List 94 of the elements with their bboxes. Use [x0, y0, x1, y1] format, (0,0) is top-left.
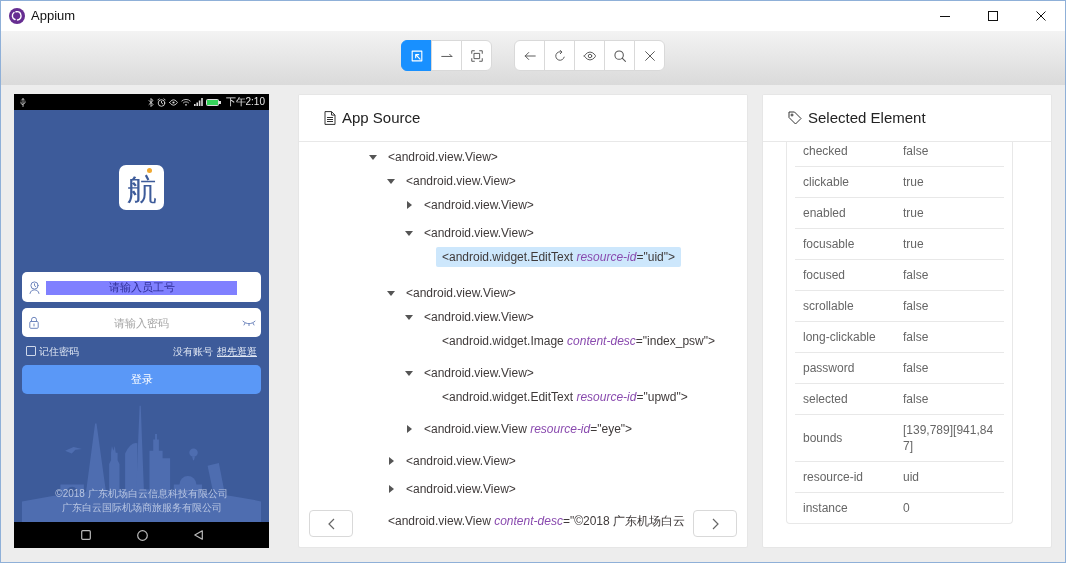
- attribute-value: 0: [895, 492, 1004, 523]
- tree-node[interactable]: <android.view.View>: [400, 479, 522, 499]
- tag-icon: [788, 111, 802, 125]
- eye-icon: [168, 98, 178, 106]
- caret-right-icon[interactable]: [388, 485, 394, 493]
- cursor-box-icon[interactable]: [409, 48, 424, 63]
- close-icon[interactable]: [1036, 11, 1046, 21]
- tree-node[interactable]: <android.view.View>: [382, 147, 504, 167]
- search-icon[interactable]: [612, 48, 627, 63]
- attribute-name: instance: [795, 492, 895, 523]
- signup-prompt: 没有账号: [173, 344, 213, 359]
- person-icon: [28, 280, 40, 294]
- attribute-name: focused: [795, 259, 895, 291]
- alarm-icon: [156, 97, 166, 107]
- window-title: Appium: [31, 7, 76, 26]
- attribute-value: true: [895, 166, 1004, 198]
- attribute-name: clickable: [795, 166, 895, 198]
- attribute-name: focusable: [795, 228, 895, 260]
- caret-down-icon[interactable]: [405, 370, 413, 376]
- caret-down-icon[interactable]: [405, 230, 413, 236]
- refresh-icon[interactable]: [552, 48, 567, 63]
- caret-down-icon[interactable]: [405, 314, 413, 320]
- checkbox-label: 记住密码: [39, 344, 79, 359]
- attribute-value: false: [895, 352, 1004, 384]
- bluetooth-icon: [147, 97, 154, 107]
- lock-icon: [29, 316, 39, 329]
- caret-down-icon[interactable]: [387, 178, 395, 184]
- tree-node[interactable]: <android.view.View>: [400, 451, 522, 471]
- footer-text: ©2018 广东机场白云信息科技有限公司: [55, 487, 228, 501]
- password-field[interactable]: 请输入密码: [22, 308, 261, 337]
- attribute-value: true: [895, 197, 1004, 229]
- username-field[interactable]: 请输入员工号: [22, 272, 261, 302]
- attribute-name: enabled: [795, 197, 895, 229]
- caret-right-icon[interactable]: [406, 201, 412, 209]
- usb-icon: [20, 97, 26, 107]
- dot-icon: [147, 168, 152, 173]
- attribute-name: selected: [795, 383, 895, 415]
- tree-node[interactable]: <android.view.View>: [418, 195, 540, 215]
- panel-title: App Source: [342, 107, 421, 128]
- caret-right-icon[interactable]: [406, 425, 412, 433]
- remember-checkbox[interactable]: [26, 346, 36, 356]
- attribute-value: false: [895, 290, 1004, 322]
- battery-icon: [205, 98, 221, 106]
- logo-character: 航: [126, 175, 157, 205]
- attribute-name: scrollable: [795, 290, 895, 322]
- view-button[interactable]: [574, 40, 605, 71]
- document-icon: [324, 111, 336, 125]
- attribute-name: bounds: [795, 414, 895, 462]
- tree-node[interactable]: <android.view.View resource-id="eye">: [418, 419, 639, 439]
- close-icon[interactable]: [642, 48, 657, 63]
- tree-node[interactable]: <android.view.View content-desc="©2018 广东机场白云: [382, 511, 692, 531]
- tree-node[interactable]: <android.view.View>: [400, 171, 522, 191]
- tree-node[interactable]: <android.widget.EditText resource-id="uid">: [436, 247, 681, 267]
- panel-title: Selected Element: [808, 107, 926, 128]
- guest-link[interactable]: 想先逛逛: [217, 343, 257, 359]
- attribute-name: long-clickable: [795, 321, 895, 353]
- username-input[interactable]: 请输入员工号: [46, 280, 237, 294]
- caret-down-icon[interactable]: [387, 290, 395, 296]
- square-icon[interactable]: [80, 530, 91, 540]
- footer-text: 广东白云国际机场商旅服务有限公司: [61, 501, 222, 515]
- tree-node[interactable]: <android.view.View>: [418, 307, 540, 327]
- attribute-value: [139,789][941,847]: [895, 414, 1004, 462]
- attribute-name: checked: [795, 142, 895, 167]
- frame-corners-icon[interactable]: [469, 48, 484, 63]
- circle-icon[interactable]: [136, 529, 148, 541]
- tree-node[interactable]: <android.widget.Image content-desc="index_psw">: [436, 331, 722, 351]
- select-tool-button[interactable]: [401, 40, 432, 71]
- caret-down-icon[interactable]: [369, 154, 377, 160]
- caret-right-icon[interactable]: [388, 457, 394, 465]
- wifi-icon: [180, 98, 191, 106]
- tree-node[interactable]: <android.view.View>: [400, 283, 522, 303]
- tree-node[interactable]: <android.widget.EditText resource-id="upwd">: [436, 387, 694, 407]
- closed-eye-icon[interactable]: [242, 319, 256, 326]
- tree-node[interactable]: <android.view.View>: [418, 223, 540, 243]
- search-button[interactable]: [604, 40, 635, 71]
- tap-tool-button[interactable]: [461, 40, 492, 71]
- status-time: 下午2:10: [225, 95, 265, 109]
- attribute-value: false: [895, 321, 1004, 353]
- app-logo-icon: [9, 8, 25, 24]
- attribute-value: false: [895, 383, 1004, 415]
- tree-node[interactable]: <android.view.View>: [418, 363, 540, 383]
- attribute-value: true: [895, 228, 1004, 260]
- attribute-value: false: [895, 142, 1004, 167]
- attribute-value: false: [895, 259, 1004, 291]
- attribute-name: password: [795, 352, 895, 384]
- back-triangle-icon[interactable]: [193, 530, 203, 540]
- maximize-icon[interactable]: [988, 11, 998, 21]
- chevron-right-icon[interactable]: [711, 517, 719, 530]
- signal-icon: [193, 98, 203, 106]
- attribute-name: resource-id: [795, 461, 895, 493]
- eye-icon[interactable]: [582, 48, 597, 63]
- attribute-value: uid: [895, 461, 1004, 493]
- chevron-left-icon[interactable]: [327, 517, 335, 530]
- password-input[interactable]: 请输入密码: [46, 315, 237, 330]
